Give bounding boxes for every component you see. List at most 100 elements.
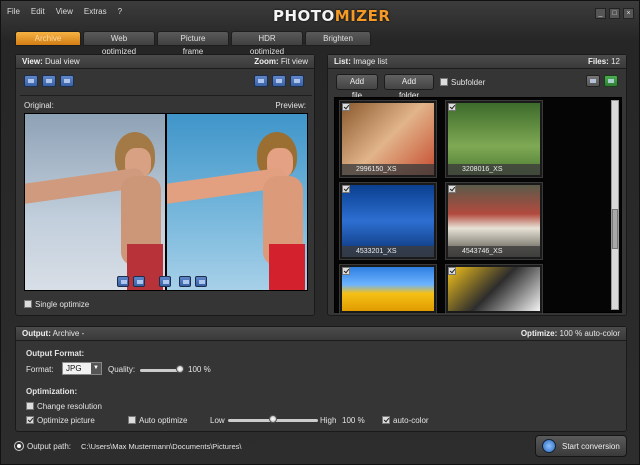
thumbnail-checkbox[interactable] <box>342 185 350 193</box>
thumbnail-checkbox[interactable] <box>342 103 350 111</box>
original-image <box>25 114 165 290</box>
output-label: Output: <box>22 329 51 338</box>
compare-icon[interactable] <box>159 276 171 287</box>
thumbnail-image <box>342 267 434 311</box>
tab-picture-frame[interactable]: Picture frame <box>157 31 229 56</box>
quality-label: Quality: <box>108 365 136 374</box>
strength-low-label: Low <box>210 416 225 425</box>
split-view-icon[interactable] <box>60 75 74 87</box>
auto-color-checkbox[interactable] <box>382 416 390 424</box>
thumbnail-item[interactable]: 2996150_XS <box>339 100 437 178</box>
flip-icon[interactable] <box>179 276 191 287</box>
divider <box>20 95 312 96</box>
optimization-heading: Optimization: <box>26 387 78 396</box>
zoom-label: Zoom: <box>254 57 279 66</box>
single-optimize-checkbox[interactable] <box>24 300 32 308</box>
close-button[interactable]: × <box>623 8 634 19</box>
start-conversion-button[interactable]: Start conversion <box>535 435 627 457</box>
maximize-button[interactable]: □ <box>609 8 620 19</box>
chevron-down-icon[interactable]: ▼ <box>91 363 101 374</box>
add-file-button[interactable]: Add file <box>336 74 378 100</box>
tab-hdr-optimized[interactable]: HDR optimized <box>231 31 303 56</box>
logo-main: PHOTO <box>273 7 335 25</box>
thumbnail-checkbox[interactable] <box>448 103 456 111</box>
output-panel-header: Output: Archive - Optimize: 100 % auto-c… <box>16 327 626 341</box>
start-conversion-label: Start conversion <box>562 442 620 451</box>
app-logo: PHOTOMIZER <box>273 7 390 25</box>
change-resolution-checkbox[interactable] <box>26 402 34 410</box>
tab-brighten[interactable]: Brighten <box>305 31 371 46</box>
thumbnail-item[interactable]: 4543746_XS <box>445 182 543 260</box>
auto-optimize-checkbox[interactable] <box>128 416 136 424</box>
quality-slider-knob[interactable] <box>176 365 184 373</box>
format-label: Format: <box>26 365 54 374</box>
tab-archive[interactable]: Archive <box>15 31 81 46</box>
thumbnail-checkbox[interactable] <box>448 185 456 193</box>
start-icon <box>542 439 556 453</box>
list-panel-header: List: Image list Files: 12 <box>328 55 626 69</box>
optimize-label: Optimize: <box>520 329 558 338</box>
zoom-out-icon[interactable] <box>254 75 268 87</box>
thumbnail-view-icon[interactable] <box>604 75 618 87</box>
thumbnail-image <box>448 267 540 311</box>
thumbnail-caption: 4543746_XS <box>448 246 540 257</box>
dual-view-icon[interactable] <box>42 75 56 87</box>
strength-high-label: High <box>320 416 337 425</box>
tab-web-optimized[interactable]: Web optimized <box>83 31 155 56</box>
thumbnail-grid: 2996150_XS 3208016_XS 4533201_XS 4543746… <box>334 97 622 314</box>
quality-value: 100 % <box>188 365 211 374</box>
menu-help[interactable]: ? <box>118 5 122 19</box>
menu-view[interactable]: View <box>56 5 73 19</box>
preset-tabs: Archive Web optimized Picture frame HDR … <box>15 31 371 56</box>
view-panel: View: Dual view Zoom: Fit view Original:… <box>15 54 315 316</box>
thumbnail-item[interactable]: 3208016_XS <box>445 100 543 178</box>
quality-slider-track[interactable] <box>140 369 180 372</box>
add-folder-button[interactable]: Add folder <box>384 74 434 100</box>
menu-extras[interactable]: Extras <box>84 5 107 19</box>
thumbnail-item[interactable] <box>339 264 437 314</box>
view-panel-header: View: Dual view Zoom: Fit view <box>16 55 314 69</box>
format-select[interactable]: JPG ▼ <box>62 362 102 375</box>
preview-label: Preview: <box>275 101 306 110</box>
output-path-radio[interactable] <box>15 442 23 450</box>
thumbnail-checkbox[interactable] <box>342 267 350 275</box>
auto-color-option[interactable]: auto-color <box>382 416 429 425</box>
subfolder-option[interactable]: Subfolder <box>440 78 485 87</box>
output-path-value[interactable]: C:\Users\Max Mustermann\Documents\Pictur… <box>81 442 241 451</box>
thumbnail-item[interactable] <box>445 264 543 314</box>
output-panel: Output: Archive - Optimize: 100 % auto-c… <box>15 326 627 432</box>
change-resolution-option[interactable]: Change resolution <box>26 402 102 411</box>
single-view-icon[interactable] <box>24 75 38 87</box>
thumbnail-caption: 3208016_XS <box>448 164 540 175</box>
strength-slider-knob[interactable] <box>269 415 277 423</box>
output-preset-value: Archive <box>52 329 80 338</box>
menu-file[interactable]: File <box>7 5 20 19</box>
thumbnail-checkbox[interactable] <box>448 267 456 275</box>
single-optimize-option[interactable]: Single optimize <box>24 300 89 309</box>
list-panel: List: Image list Files: 12 Add file Add … <box>327 54 627 316</box>
optimize-value: 100 % auto-color <box>559 329 620 338</box>
view-mode-value[interactable]: Dual view <box>45 57 80 66</box>
list-scrollbar[interactable] <box>611 100 619 310</box>
minimize-button[interactable]: _ <box>595 8 606 19</box>
image-compare-area[interactable] <box>24 113 308 291</box>
list-view-icon[interactable] <box>586 75 600 87</box>
app-window: File Edit View Extras ? PHOTOMIZER _ □ ×… <box>0 0 640 465</box>
zoom-fit-icon[interactable] <box>272 75 286 87</box>
rotate-left-icon[interactable] <box>117 276 129 287</box>
list-mode-value[interactable]: Image list <box>353 57 387 66</box>
crop-icon[interactable] <box>195 276 207 287</box>
thumbnail-item[interactable]: 4533201_XS <box>339 182 437 260</box>
thumbnail-caption: 4533201_XS <box>342 246 434 257</box>
output-format-heading: Output Format: <box>26 349 85 358</box>
subfolder-checkbox[interactable] <box>440 78 448 86</box>
menu-edit[interactable]: Edit <box>31 5 45 19</box>
view-label: View: <box>22 57 43 66</box>
optimize-picture-checkbox[interactable] <box>26 416 34 424</box>
auto-optimize-option[interactable]: Auto optimize <box>128 416 187 425</box>
optimize-picture-option[interactable]: Optimize picture <box>26 416 95 425</box>
zoom-value[interactable]: Fit view <box>281 57 308 66</box>
zoom-in-icon[interactable] <box>290 75 304 87</box>
scrollbar-thumb[interactable] <box>612 209 618 249</box>
rotate-right-icon[interactable] <box>133 276 145 287</box>
